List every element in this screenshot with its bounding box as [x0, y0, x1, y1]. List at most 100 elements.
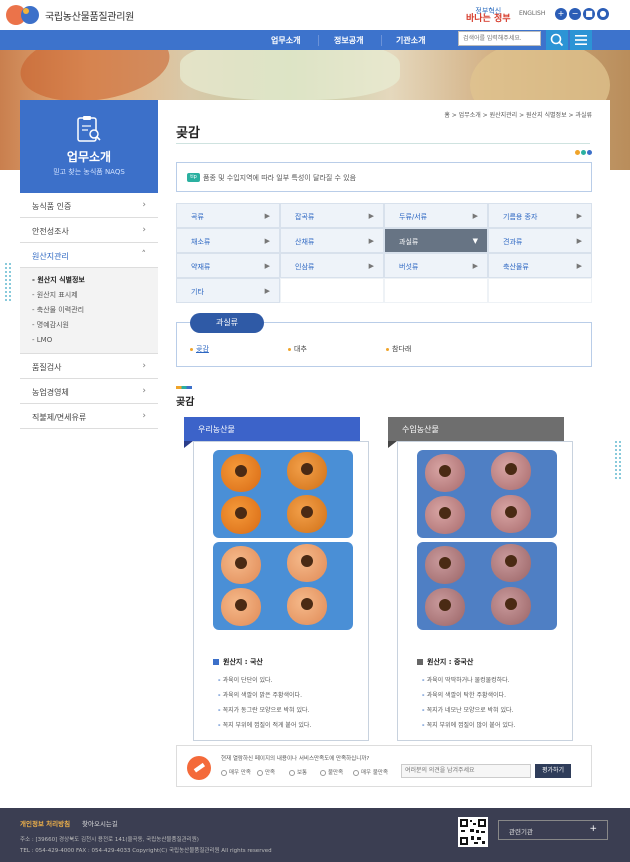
section-title: 곶감	[176, 397, 195, 408]
title-divider	[176, 143, 590, 144]
triangle-right-icon: ▶	[472, 262, 478, 270]
subcategory-kiwi[interactable]: 참다래	[386, 344, 411, 354]
nav-separator	[318, 35, 319, 46]
radio-icon	[257, 769, 263, 776]
sidebar-item-label: 농식품 인증	[32, 202, 72, 211]
sidebar-item-safety[interactable]: 안전성조사 ›	[20, 218, 158, 243]
survey-option-dissatisfied[interactable]: 불만족	[320, 768, 343, 776]
category-wild-greens[interactable]: 산채류 ▶	[280, 228, 384, 253]
subcategory-jujube[interactable]: 대추	[288, 344, 307, 354]
sidebar-item-subsidy[interactable]: 직불제/면세유류 ›	[20, 404, 158, 429]
bullet-dot-icon	[288, 347, 291, 351]
page-title: 곶감	[176, 126, 200, 141]
sidebar-item-label: 품질검사	[32, 363, 62, 372]
footer-address: 주소 : [39660] 경상북도 김천시 용전로 141(율곡동, 국립농산물…	[20, 837, 199, 843]
category-empty	[280, 278, 384, 303]
subcategory-dried-persimmon[interactable]: 곶감	[190, 344, 209, 354]
directions-link[interactable]: 찾아오시는길	[82, 818, 118, 828]
survey-option-neutral[interactable]: 보통	[289, 768, 307, 776]
radio-icon	[320, 769, 326, 776]
category-fruits[interactable]: 과실류 ▼	[384, 228, 488, 253]
nav-agency[interactable]: 기관소개	[396, 35, 425, 46]
category-cereals[interactable]: 잡곡류 ▶	[280, 203, 384, 228]
slogan-banner[interactable]: 정부혁신 바나는 정부	[466, 7, 511, 24]
logo-text[interactable]: 국립농산물품질관리원	[45, 8, 134, 23]
imported-bullet: 과육이 딱딱하거나 물컹물컹하다.	[422, 675, 510, 684]
sidebar-item-origin[interactable]: 원산지관리 ˄	[20, 243, 158, 268]
english-link[interactable]: ENGLISH	[519, 10, 545, 17]
triangle-down-icon: ▼	[472, 237, 478, 245]
category-other[interactable]: 기타 ▶	[176, 278, 280, 303]
category-herbs[interactable]: 약재류 ▶	[176, 253, 280, 278]
category-legumes[interactable]: 두류/서류 ▶	[384, 203, 488, 228]
submenu-item-lmo[interactable]: - LMO	[32, 333, 158, 348]
submit-rating-button[interactable]: 평가하기	[535, 764, 571, 778]
survey-question: 현재 열람하신 페이지의 내용이나 서비스만족도에 만족하십니까?	[221, 756, 370, 762]
category-mushrooms[interactable]: 버섯류 ▶	[384, 253, 488, 278]
menu-button[interactable]	[570, 30, 592, 50]
domestic-photo-bottom	[213, 542, 353, 630]
category-ginseng[interactable]: 인삼류 ▶	[280, 253, 384, 278]
logo-mark-icon[interactable]	[4, 3, 44, 27]
zoom-reset-button[interactable]: ■	[583, 8, 595, 20]
category-vegetables[interactable]: 채소류 ▶	[176, 228, 280, 253]
search-input[interactable]	[458, 31, 541, 46]
persimmon	[287, 587, 327, 625]
imported-bullet: 과육의 색깔이 탁한 주황색이다.	[422, 690, 506, 699]
related-agencies-select[interactable]: 관련기관 +	[498, 820, 608, 840]
print-button[interactable]: ●	[597, 8, 609, 20]
survey-option-very-dissatisfied[interactable]: 매우 불만족	[353, 768, 388, 776]
submenu-item-monitor[interactable]: - 명예감시원	[32, 318, 158, 333]
survey-comment-input[interactable]	[401, 764, 531, 778]
triangle-right-icon: ▶	[368, 237, 374, 245]
category-empty	[488, 278, 592, 303]
domestic-bullet: 과육이 단단이 있다.	[218, 675, 273, 684]
square-bullet-icon	[417, 659, 423, 665]
hero-decoration	[180, 50, 400, 100]
plus-icon: +	[589, 824, 597, 834]
content-panel: 홈 > 업무소개 > 원산지관리 > 원산지 식별정보 > 과실류 곶감 tip…	[158, 100, 610, 794]
square-bullet-icon	[213, 659, 219, 665]
triangle-right-icon: ▶	[368, 212, 374, 220]
imported-photo-bottom	[417, 542, 557, 630]
sidebar-item-certification[interactable]: 농식품 인증 ›	[20, 193, 158, 218]
clipboard-search-icon	[77, 116, 101, 142]
privacy-policy-link[interactable]: 개인정보 처리방침	[20, 818, 70, 828]
chevron-right-icon: ›	[142, 386, 146, 396]
sidebar-item-label: 원산지관리	[32, 252, 69, 261]
triangle-right-icon: ▶	[472, 212, 478, 220]
submenu-item-origin-label[interactable]: - 원산지 표시제	[32, 288, 158, 303]
submenu-item-origin-id[interactable]: - 원산지 식별정보	[32, 273, 158, 288]
title-dots	[574, 140, 592, 159]
imported-origin: 원산지 : 중국산	[417, 657, 473, 667]
sidebar-title: 업무소개	[66, 150, 112, 164]
triangle-right-icon: ▶	[264, 287, 270, 295]
category-grains[interactable]: 곡류 ▶	[176, 203, 280, 228]
slogan-big: 바나는 정부	[466, 14, 511, 24]
persimmon	[491, 452, 531, 490]
radio-icon	[353, 769, 359, 776]
zoom-out-button[interactable]: −	[569, 8, 581, 20]
domestic-panel: 원산지 : 국산 과육이 단단이 있다. 과육의 색깔이 밝은 주황색이다. 꼭…	[184, 417, 371, 743]
survey-option-very-satisfied[interactable]: 매우 만족	[221, 768, 251, 776]
sidebar-item-quality[interactable]: 품질검사 ›	[20, 354, 158, 379]
search-button[interactable]	[546, 30, 568, 50]
breadcrumb[interactable]: 홈 > 업무소개 > 원산지관리 > 원산지 식별정보 > 과실류	[444, 110, 592, 119]
submenu-item-livestock[interactable]: - 축산물 이력관리	[32, 303, 158, 318]
survey-option-satisfied[interactable]: 만족	[257, 768, 275, 776]
category-livestock[interactable]: 축산물류 ▶	[488, 253, 592, 278]
category-oilseeds[interactable]: 기름용 종자 ▶	[488, 203, 592, 228]
sidebar-item-farm[interactable]: 농업경영체 ›	[20, 379, 158, 404]
persimmon	[221, 454, 261, 492]
nav-info[interactable]: 정보공개	[334, 35, 363, 46]
persimmon	[425, 496, 465, 534]
sidebar-item-label: 직불제/면세유류	[32, 413, 87, 422]
sidebar-item-label: 농업경영체	[32, 388, 69, 397]
persimmon	[221, 546, 261, 584]
tab-notch	[184, 441, 193, 448]
nav-business[interactable]: 업무소개	[271, 35, 300, 46]
category-nuts[interactable]: 견과류 ▶	[488, 228, 592, 253]
chevron-right-icon: ›	[142, 225, 146, 235]
tip-badge: tip	[187, 173, 200, 182]
zoom-in-button[interactable]: +	[555, 8, 567, 20]
